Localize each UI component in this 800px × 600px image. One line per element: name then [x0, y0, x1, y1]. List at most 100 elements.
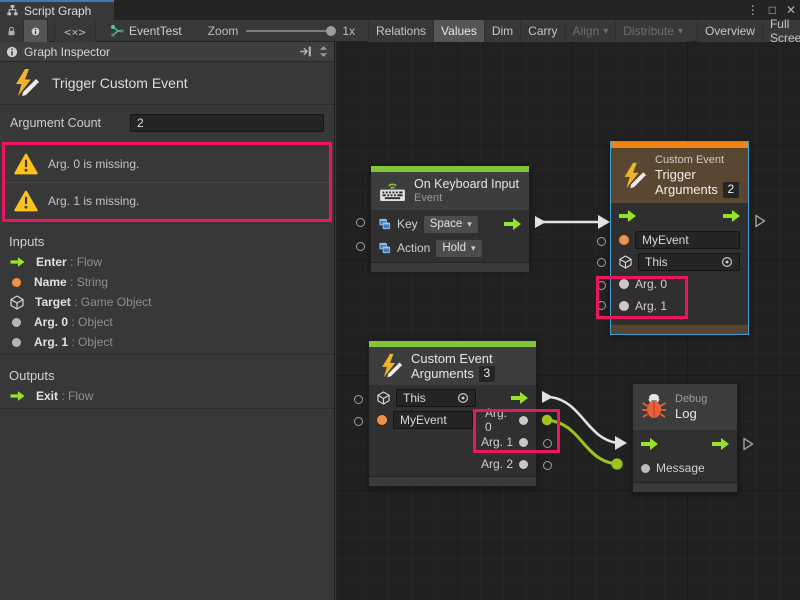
- argument-count-input[interactable]: [130, 114, 324, 132]
- distribute-dropdown[interactable]: Distribute: [615, 20, 690, 42]
- gameobject-cube-icon: [619, 255, 632, 269]
- value-input-port[interactable]: [354, 395, 363, 404]
- kebab-menu-icon[interactable]: ⋮: [747, 3, 759, 17]
- node-body: Message: [633, 430, 737, 479]
- value-input-port[interactable]: [356, 218, 365, 227]
- spinner-icon[interactable]: [319, 45, 328, 58]
- inspected-unit-header: Trigger Custom Event: [0, 62, 334, 105]
- message-label: Message: [656, 461, 705, 475]
- lock-button[interactable]: [0, 20, 24, 42]
- key-dropdown[interactable]: Space: [424, 216, 478, 233]
- object-port[interactable]: [619, 279, 629, 289]
- dim-button[interactable]: Dim: [484, 20, 520, 42]
- arguments-count-badge: 3: [479, 366, 495, 382]
- object-output-port[interactable]: [519, 438, 528, 447]
- overview-button[interactable]: Overview: [697, 20, 762, 42]
- message-input-port[interactable]: [641, 464, 650, 473]
- value-output-port[interactable]: [543, 461, 552, 470]
- object-picker-icon[interactable]: [721, 256, 733, 268]
- outputs-header: Outputs: [0, 364, 334, 386]
- maximize-icon[interactable]: □: [769, 3, 776, 17]
- object-port-icon: [12, 338, 21, 347]
- value-output-port[interactable]: [543, 439, 552, 448]
- event-name-row: MyEvent: [611, 229, 748, 251]
- event-name-field[interactable]: MyEvent: [635, 231, 740, 249]
- node-trigger-custom-event[interactable]: Custom Event Trigger Arguments 2 MyEvent: [610, 141, 749, 335]
- value-input-port[interactable]: [597, 258, 606, 267]
- carry-button[interactable]: Carry: [520, 20, 564, 42]
- warning-row: Arg. 0 is missing.: [5, 145, 329, 182]
- object-port[interactable]: [619, 301, 629, 311]
- close-icon[interactable]: ✕: [786, 3, 796, 17]
- node-kind: Custom Event: [655, 154, 739, 167]
- value-input-port[interactable]: [597, 301, 606, 310]
- zoom-slider-handle[interactable]: [326, 26, 336, 36]
- dock-panel-icon[interactable]: [298, 45, 313, 58]
- warning-icon: [14, 190, 38, 212]
- target-field[interactable]: This: [638, 253, 740, 271]
- target-field[interactable]: This: [396, 389, 476, 407]
- warning-text: Arg. 0 is missing.: [48, 157, 139, 171]
- zoom-control: Zoom 1x: [192, 24, 355, 38]
- graph-name: EventTest: [129, 24, 182, 38]
- flow-output-port[interactable]: [511, 392, 528, 404]
- tab-script-graph[interactable]: Script Graph: [0, 0, 114, 20]
- warning-icon: [14, 153, 38, 175]
- node-body: MyEvent This Arg. 0 Arg. 1: [611, 203, 748, 317]
- graph-reference[interactable]: EventTest: [96, 24, 192, 38]
- node-header: Custom Event Arguments 3: [369, 347, 536, 385]
- outputs-section: Outputs Exit : Flow: [0, 364, 334, 406]
- lock-icon: [7, 25, 16, 38]
- node-footer: [371, 262, 529, 272]
- string-port[interactable]: [619, 235, 629, 245]
- node-title: Custom Event: [411, 351, 495, 366]
- value-input-port[interactable]: [597, 237, 606, 246]
- flow-input-port[interactable]: [641, 438, 658, 450]
- unit-title: Trigger Custom Event: [52, 75, 188, 91]
- node-header: On Keyboard Input Event: [371, 172, 529, 210]
- zoom-slider[interactable]: [246, 30, 334, 32]
- flow-output-port[interactable]: [504, 218, 521, 230]
- code-preview-button[interactable]: [54, 20, 96, 42]
- unconnected-flow-indicator: [742, 437, 754, 451]
- object-picker-icon[interactable]: [457, 392, 469, 404]
- string-port[interactable]: [377, 415, 387, 425]
- object-output-port[interactable]: [519, 416, 528, 425]
- hierarchy-icon: [6, 5, 19, 18]
- flow-output-port[interactable]: [723, 210, 740, 222]
- string-port-icon: [12, 278, 21, 287]
- flow-cable-receiver-to-debug: [542, 391, 627, 450]
- inspect-toggle-button[interactable]: [24, 20, 48, 42]
- port-row-enter: Enter : Flow: [0, 252, 334, 272]
- event-name-field[interactable]: MyEvent: [393, 411, 473, 429]
- fullscreen-button[interactable]: Full Screen: [762, 20, 800, 42]
- target-row: This: [611, 251, 748, 273]
- graph-canvas[interactable]: On Keyboard Input Event Key Space Action…: [336, 42, 800, 600]
- node-footer: [369, 476, 536, 486]
- event-name-row: MyEvent Arg. 0: [369, 409, 536, 431]
- node-body: This MyEvent Arg. 0 Arg. 1 Arg. 2: [369, 385, 536, 477]
- node-debug-log[interactable]: Debug Log Message: [632, 383, 738, 493]
- node-custom-event[interactable]: Custom Event Arguments 3 This MyEvent: [368, 340, 537, 487]
- flow-input-port[interactable]: [619, 210, 636, 222]
- gameobject-cube-icon: [377, 391, 390, 405]
- value-input-port[interactable]: [354, 417, 363, 426]
- node-header: Custom Event Trigger Arguments 2: [611, 148, 748, 203]
- value-input-port[interactable]: [356, 242, 365, 251]
- arg-label: Arg. 2: [481, 457, 513, 471]
- node-footer: [611, 324, 748, 334]
- custom-event-icon: [619, 162, 647, 190]
- arg1-row: Arg. 1: [611, 295, 748, 317]
- values-button[interactable]: Values: [433, 20, 484, 42]
- object-output-port[interactable]: [519, 460, 528, 469]
- align-dropdown[interactable]: Align: [565, 20, 616, 42]
- argument-count-row: Argument Count: [0, 105, 334, 141]
- flow-row: [611, 203, 748, 229]
- action-dropdown[interactable]: Hold: [436, 240, 481, 257]
- relations-button[interactable]: Relations: [368, 20, 433, 42]
- node-on-keyboard-input[interactable]: On Keyboard Input Event Key Space Action…: [370, 165, 530, 269]
- value-input-port[interactable]: [597, 281, 606, 290]
- toolbar-right-group: Relations Values Dim Carry Align Distrib…: [368, 20, 800, 42]
- graph-toolbar: EventTest Zoom 1x Relations Values Dim C…: [0, 20, 800, 42]
- flow-output-port[interactable]: [712, 438, 729, 450]
